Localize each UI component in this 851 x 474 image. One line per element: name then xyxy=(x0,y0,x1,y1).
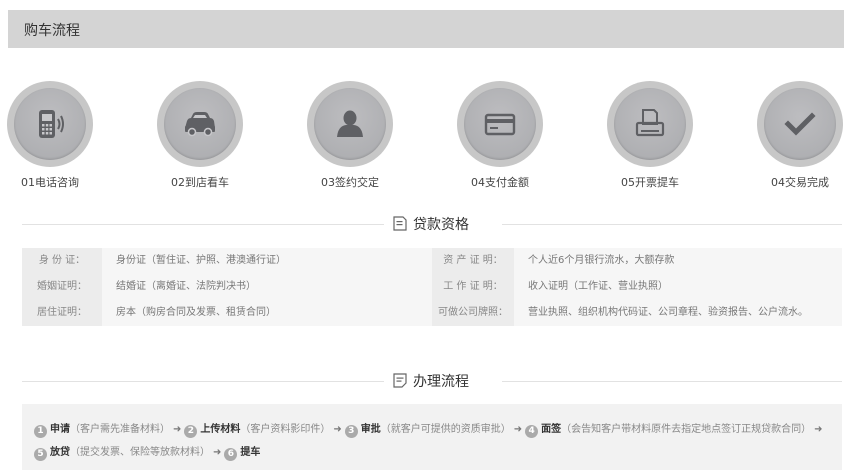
process-step: 1 申请（客户需先准备材料） xyxy=(34,424,170,438)
phone-icon xyxy=(39,110,64,138)
document-icon xyxy=(393,216,407,231)
person-icon xyxy=(337,110,363,137)
step-label: 04支付金额 xyxy=(471,176,529,189)
application-process: 1 申请（客户需先准备材料） ➜ 2 上传材料（客户资料影印件） ➜ 3 审批（就客户可提供的… xyxy=(22,404,842,470)
arrow-right-icon: ➜ xyxy=(213,447,222,458)
loan-section-title: 贷款资格 xyxy=(413,217,469,233)
loan-qualification-table: 身 份 证： 身份证（暂住证、护照、港澳通行证） 资 产 证 明： 个人近6个月… xyxy=(22,248,842,326)
loan-section-heading: 贷款资格 xyxy=(22,214,842,234)
table-row: 居住证明： 房本（购房合同及发票、租赁合同） 可做公司牌照： 营业执照、组织机构… xyxy=(22,300,842,326)
step-number-badge: 1 xyxy=(34,425,47,438)
step-label: 04交易完成 xyxy=(771,176,829,189)
process-step: 3 审批（就客户可提供的资质审批） xyxy=(344,424,511,438)
arrow-right-icon: ➜ xyxy=(814,424,823,435)
check-icon xyxy=(784,112,816,136)
step-label: 02到店看车 xyxy=(171,176,229,189)
car-icon xyxy=(185,112,215,137)
card-icon xyxy=(484,113,516,136)
process-step: 5 放贷（提交发票、保险等放款材料） xyxy=(34,447,210,461)
purchase-steps: 01电话咨询 02到店看车 03签约交定 04支付金额 05开票提车 04交易完… xyxy=(0,78,851,189)
divider xyxy=(22,224,384,225)
table-row: 身 份 证： 身份证（暂住证、护照、港澳通行证） 资 产 证 明： 个人近6个月… xyxy=(22,248,842,274)
process-step: 4 面签（会告知客户带材料原件去指定地点签订正规贷款合同） xyxy=(525,424,811,438)
step-number-badge: 3 xyxy=(344,425,358,438)
step-label: 05开票提车 xyxy=(621,176,679,189)
step-number-badge: 6 xyxy=(224,448,238,461)
process-section-heading: 办理流程 xyxy=(22,371,842,391)
page-header: 购车流程 xyxy=(8,10,844,48)
divider xyxy=(22,381,384,382)
process-step: 6 提车 xyxy=(224,447,260,461)
arrow-right-icon: ➜ xyxy=(173,424,182,435)
step-number-badge: 5 xyxy=(34,448,47,461)
process-step: 2 上传材料（客户资料影印件） xyxy=(184,424,330,438)
divider xyxy=(502,224,842,225)
note-icon xyxy=(393,373,407,388)
arrow-right-icon: ➜ xyxy=(513,424,523,435)
page-title: 购车流程 xyxy=(24,23,80,39)
step-number-badge: 4 xyxy=(525,425,539,438)
divider xyxy=(502,381,842,382)
printer-icon xyxy=(635,109,665,137)
step-label: 03签约交定 xyxy=(321,176,379,189)
step-label: 01电话咨询 xyxy=(21,176,79,189)
table-row: 婚姻证明： 结婚证（离婚证、法院判决书） 工 作 证 明： 收入证明（工作证、营… xyxy=(22,274,842,300)
step-number-badge: 2 xyxy=(184,425,198,438)
process-section-title: 办理流程 xyxy=(413,374,469,390)
arrow-right-icon: ➜ xyxy=(333,424,342,435)
